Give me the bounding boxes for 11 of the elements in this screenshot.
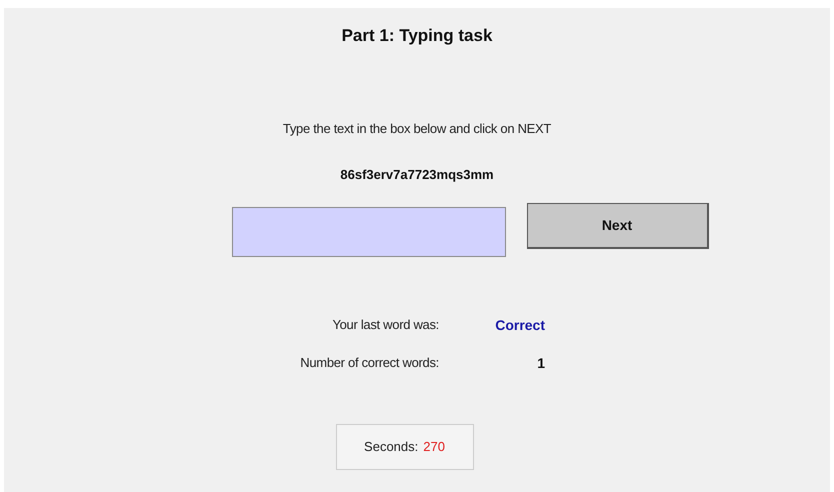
timer-value: 270: [423, 438, 445, 456]
stat-label: Number of correct words:: [299, 354, 439, 372]
next-button[interactable]: Next: [526, 202, 708, 248]
target-text: 86sf3erv7a7723mqs3mm: [340, 166, 494, 184]
instruction-text: Type the text in the box below and click on NEXT: [282, 120, 552, 138]
stat-value: Correct: [494, 316, 545, 334]
input-field[interactable]: [232, 206, 506, 256]
stat-value: 1: [536, 354, 545, 372]
timer-label: Seconds:: [364, 438, 418, 456]
stat-label: Your last word was:: [331, 316, 439, 334]
page-title: Part 1: Typing task: [342, 25, 492, 47]
